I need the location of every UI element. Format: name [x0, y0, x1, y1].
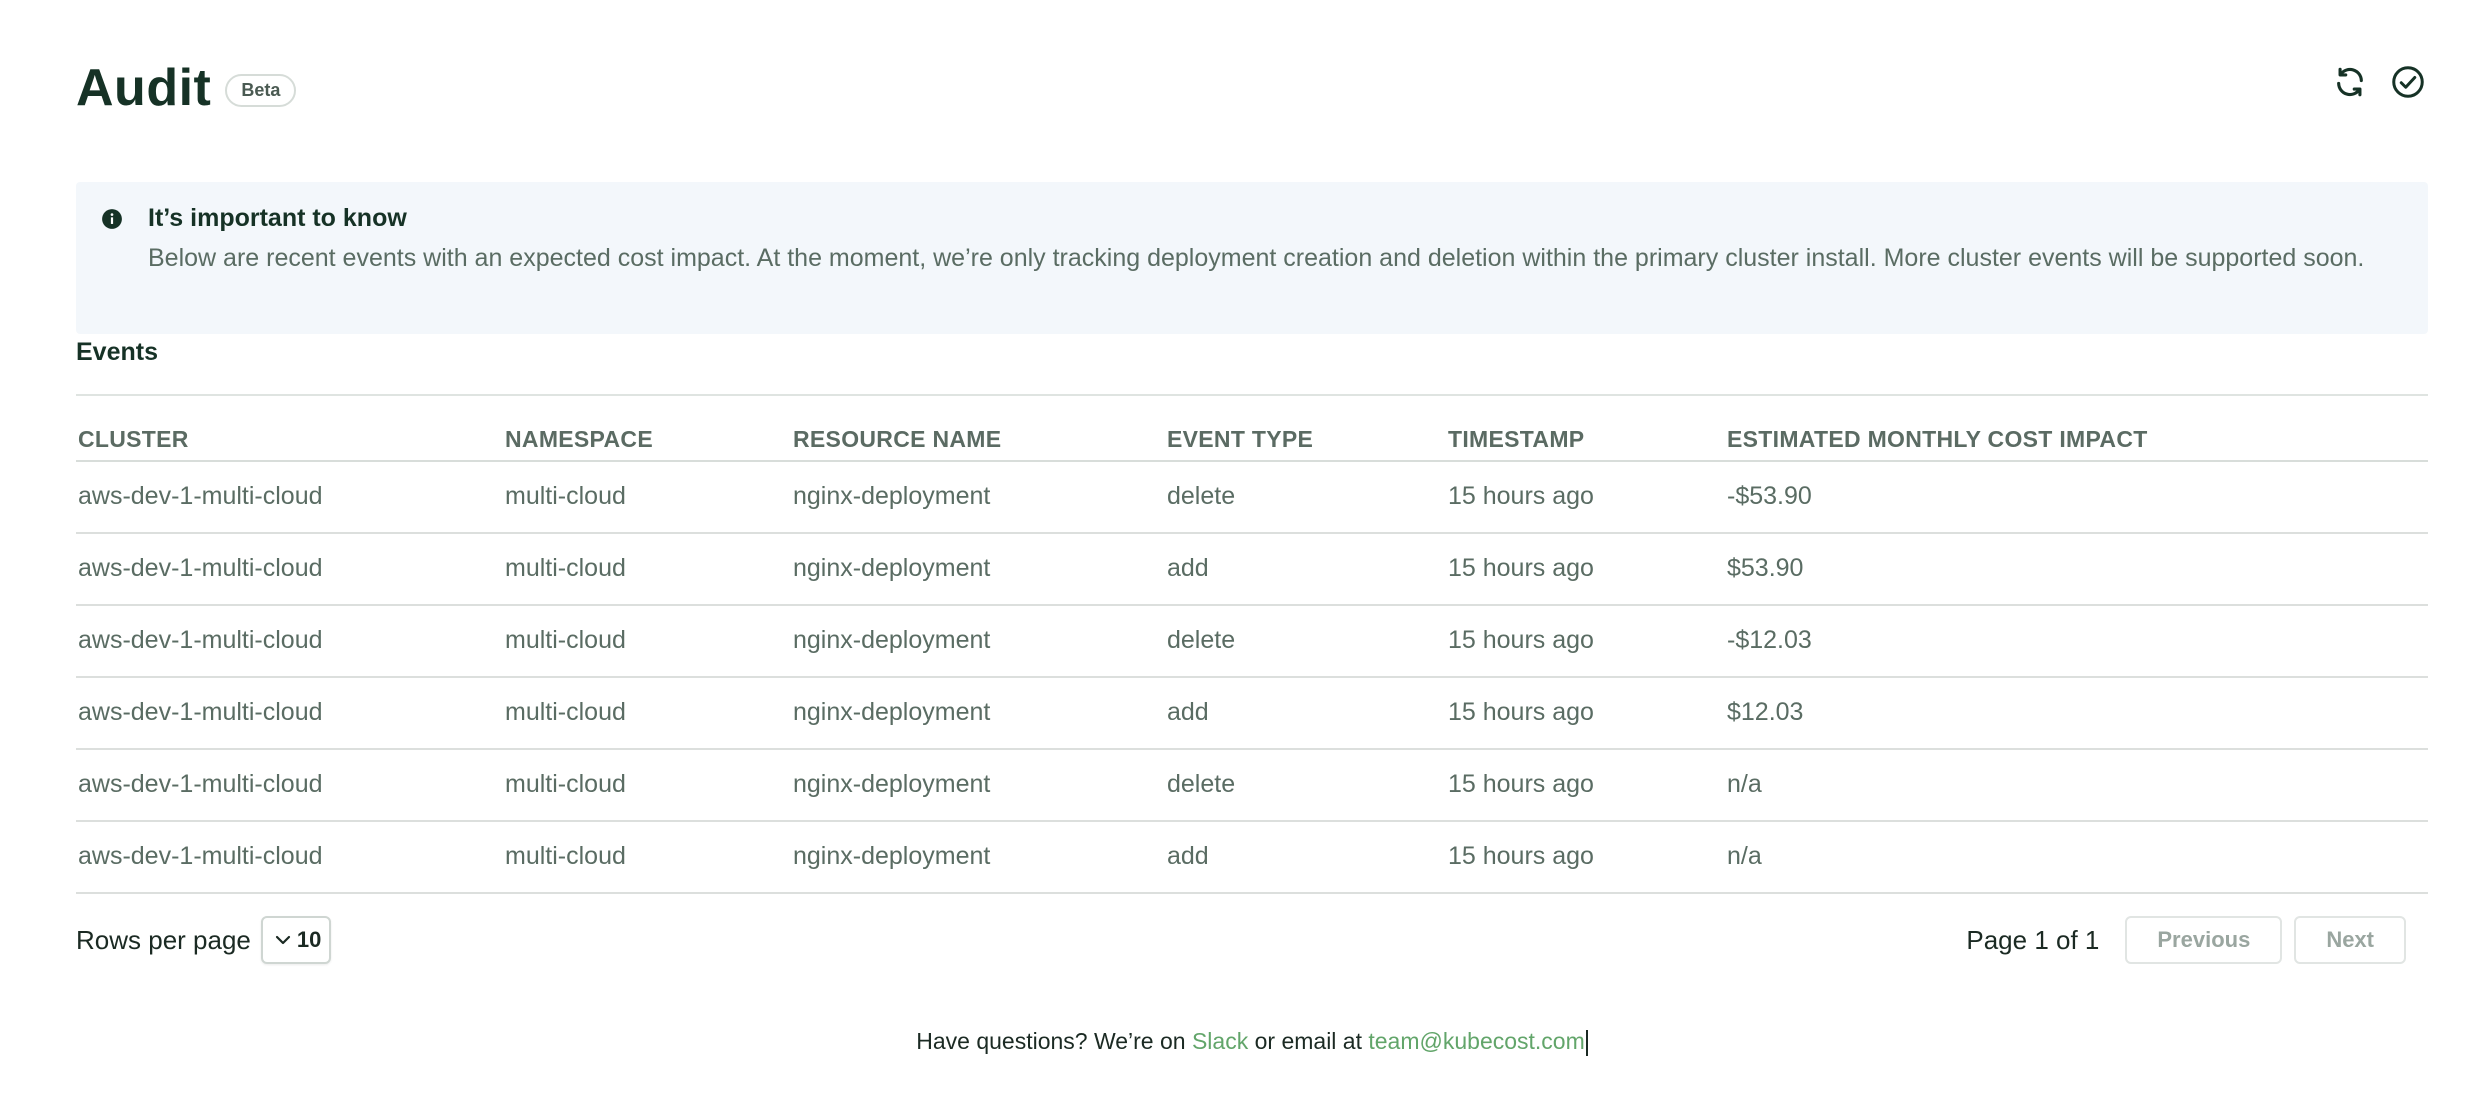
cell-namespace: multi-cloud [505, 698, 626, 726]
page-header: Audit Beta [76, 52, 2428, 124]
email-link[interactable]: team@kubecost.com [1368, 1028, 1584, 1054]
table-row: aws-dev-1-multi-cloud multi-cloud nginx-… [76, 750, 2428, 822]
table-row: aws-dev-1-multi-cloud multi-cloud nginx-… [76, 534, 2428, 606]
info-icon [101, 208, 123, 235]
footer-middle: or email at [1254, 1028, 1362, 1054]
cell-resource-name: nginx-deployment [793, 770, 991, 798]
column-header-timestamp[interactable]: TIMESTAMP [1448, 426, 1584, 453]
footer: Have questions? We’re on Slack or email … [76, 1028, 2428, 1056]
cell-cluster: aws-dev-1-multi-cloud [78, 554, 323, 582]
cell-cost-impact: n/a [1727, 770, 1762, 798]
cell-timestamp: 15 hours ago [1448, 482, 1594, 510]
cell-timestamp: 15 hours ago [1448, 842, 1594, 870]
cell-namespace: multi-cloud [505, 554, 626, 582]
table-row: aws-dev-1-multi-cloud multi-cloud nginx-… [76, 462, 2428, 534]
table-header: CLUSTER NAMESPACE RESOURCE NAME EVENT TY… [76, 418, 2428, 462]
column-header-resource-name[interactable]: RESOURCE NAME [793, 426, 1001, 453]
cell-timestamp: 15 hours ago [1448, 770, 1594, 798]
cell-namespace: multi-cloud [505, 626, 626, 654]
rows-per-page-select[interactable]: 10 [260, 916, 332, 964]
pagination: Page 1 of 1 Previous Next [1966, 916, 2406, 964]
header-actions [2330, 62, 2428, 102]
chevron-down-icon [275, 935, 290, 945]
refresh-icon [2337, 67, 2363, 97]
cell-cluster: aws-dev-1-multi-cloud [78, 698, 323, 726]
slack-link[interactable]: Slack [1192, 1028, 1248, 1054]
cell-event-type: delete [1167, 482, 1236, 510]
banner-text: Below are recent events with an expected… [148, 244, 2365, 272]
cell-cost-impact: $53.90 [1727, 554, 1804, 582]
footer-prefix: Have questions? We’re on [916, 1028, 1186, 1054]
cell-event-type: add [1167, 698, 1209, 726]
cell-namespace: multi-cloud [505, 842, 626, 870]
cell-resource-name: nginx-deployment [793, 554, 991, 582]
check-circle-icon [2392, 66, 2424, 98]
text-cursor [1585, 1029, 1588, 1056]
cell-event-type: delete [1167, 770, 1236, 798]
cell-cluster: aws-dev-1-multi-cloud [78, 770, 323, 798]
cell-cluster: aws-dev-1-multi-cloud [78, 842, 323, 870]
refresh-button[interactable] [2330, 62, 2370, 102]
cell-timestamp: 15 hours ago [1448, 698, 1594, 726]
cell-cluster: aws-dev-1-multi-cloud [78, 626, 323, 654]
cell-timestamp: 15 hours ago [1448, 554, 1594, 582]
cell-namespace: multi-cloud [505, 482, 626, 510]
column-header-namespace[interactable]: NAMESPACE [505, 426, 653, 453]
beta-badge: Beta [225, 73, 297, 107]
cell-resource-name: nginx-deployment [793, 626, 991, 654]
cell-event-type: add [1167, 554, 1209, 582]
table-row: aws-dev-1-multi-cloud multi-cloud nginx-… [76, 822, 2428, 894]
column-header-event-type[interactable]: EVENT TYPE [1167, 426, 1313, 453]
rows-per-page-value: 10 [296, 927, 322, 952]
cell-cost-impact: -$53.90 [1727, 482, 1812, 510]
cell-event-type: add [1167, 842, 1209, 870]
rows-per-page-label: Rows per page [76, 924, 251, 955]
column-header-cluster[interactable]: CLUSTER [78, 426, 189, 453]
column-header-cost-impact[interactable]: ESTIMATED MONTHLY COST IMPACT [1727, 426, 2148, 453]
check-button[interactable] [2388, 62, 2428, 102]
cell-cost-impact: n/a [1727, 842, 1762, 870]
rows-per-page: Rows per page 10 [76, 916, 332, 964]
cell-event-type: delete [1167, 626, 1236, 654]
events-heading: Events [76, 338, 158, 366]
cell-resource-name: nginx-deployment [793, 482, 991, 510]
cell-timestamp: 15 hours ago [1448, 626, 1594, 654]
audit-page: Audit Beta It’s important to know Below … [76, 0, 2428, 1120]
previous-button[interactable]: Previous [2125, 916, 2283, 964]
cell-resource-name: nginx-deployment [793, 842, 991, 870]
info-banner: It’s important to know Below are recent … [76, 182, 2428, 334]
cell-resource-name: nginx-deployment [793, 698, 991, 726]
cell-cluster: aws-dev-1-multi-cloud [78, 482, 323, 510]
table-row: aws-dev-1-multi-cloud multi-cloud nginx-… [76, 606, 2428, 678]
table-row: aws-dev-1-multi-cloud multi-cloud nginx-… [76, 678, 2428, 750]
events-divider [76, 394, 2428, 396]
page-info: Page 1 of 1 [1966, 924, 2100, 955]
cell-namespace: multi-cloud [505, 770, 626, 798]
cell-cost-impact: $12.03 [1727, 698, 1804, 726]
page-title: Audit [76, 59, 212, 117]
events-table: CLUSTER NAMESPACE RESOURCE NAME EVENT TY… [76, 418, 2428, 894]
next-button[interactable]: Next [2294, 916, 2406, 964]
cell-cost-impact: -$12.03 [1727, 626, 1812, 654]
banner-title: It’s important to know [148, 204, 407, 232]
